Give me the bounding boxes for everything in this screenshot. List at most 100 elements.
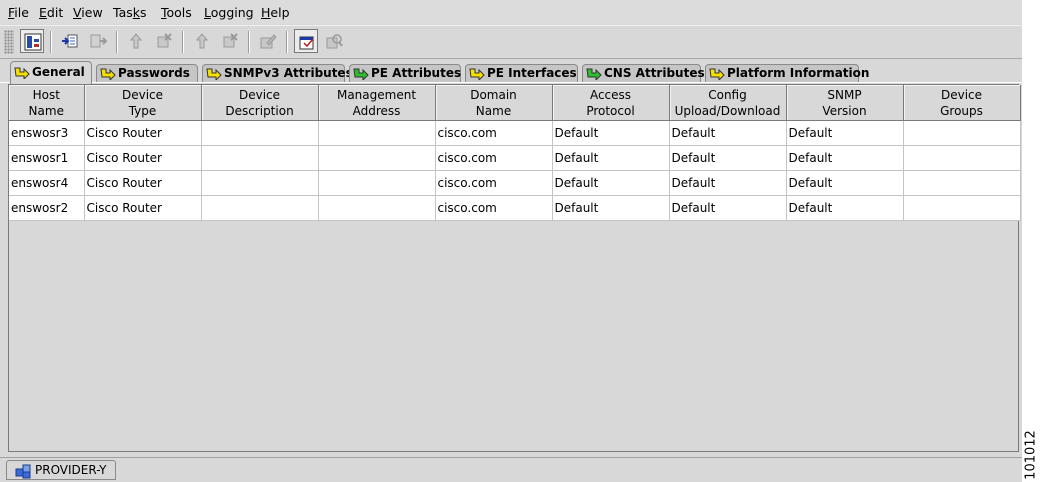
menu-file[interactable]: File — [8, 5, 29, 20]
table-row[interactable]: enswosr2 Cisco Router cisco.com Default Defa… — [9, 195, 1021, 221]
device-view-button[interactable] — [20, 29, 44, 53]
table-cell[interactable]: Cisco Router — [84, 145, 202, 171]
menu-logging[interactable]: Logging — [204, 5, 254, 20]
table-cell[interactable] — [201, 195, 319, 221]
tab-arrow-icon — [709, 68, 725, 80]
figure-id: 101012 — [1023, 430, 1039, 480]
table-row[interactable]: enswosr3 Cisco Router cisco.com Default Defa… — [9, 120, 1021, 146]
edit-button[interactable] — [256, 29, 280, 53]
audit-button[interactable] — [322, 29, 346, 53]
tab-pe-attributes[interactable]: PE Attributes — [349, 64, 461, 83]
table-cell[interactable]: Default — [669, 170, 787, 196]
tab-label: PE Attributes — [371, 66, 462, 80]
tab-label: Passwords — [118, 66, 190, 80]
tab-arrow-icon — [469, 68, 485, 80]
table-row[interactable]: enswosr1 Cisco Router cisco.com Default Defa… — [9, 145, 1021, 171]
move-up-icon — [129, 33, 143, 49]
column-header[interactable]: Device Description — [201, 85, 319, 121]
properties-button[interactable] — [294, 29, 318, 53]
table-cell[interactable] — [201, 145, 319, 171]
column-header[interactable]: Config Upload/Download — [669, 85, 787, 121]
menu-edit[interactable]: Edit — [39, 5, 63, 20]
provider-icon — [15, 464, 31, 479]
tab-label: SNMPv3 Attributes — [224, 66, 353, 80]
tab-platform-information[interactable]: Platform Information — [705, 64, 869, 83]
table-cell[interactable] — [201, 120, 319, 146]
table-cell[interactable]: Cisco Router — [84, 195, 202, 221]
table-cell[interactable]: Default — [786, 145, 904, 171]
table-cell[interactable]: Default — [669, 120, 787, 146]
device-view-icon — [24, 33, 42, 51]
table-cell[interactable]: Default — [786, 120, 904, 146]
menu-tasks[interactable]: Tasks — [113, 5, 147, 20]
table-cell[interactable]: cisco.com — [435, 120, 553, 146]
remove-icon — [157, 33, 172, 48]
column-header[interactable]: Domain Name — [435, 85, 553, 121]
table-cell[interactable]: Default — [552, 145, 670, 171]
remove-alt-button[interactable] — [218, 29, 242, 53]
menu-view[interactable]: View — [73, 5, 103, 20]
move-up-button[interactable] — [124, 29, 148, 53]
column-header[interactable]: Device Type — [84, 85, 202, 121]
tab-arrow-icon — [14, 67, 30, 79]
tab-label: CNS Attributes — [604, 66, 705, 80]
tab-snmpv3-attributes[interactable]: SNMPv3 Attributes — [202, 64, 353, 83]
tab-pe-interfaces[interactable]: PE Interfaces — [465, 64, 578, 83]
tab-strip: General Passwords SNMPv3 Attributes PE Attr… — [0, 61, 1022, 84]
table-cell[interactable]: Cisco Router — [84, 120, 202, 146]
toolbar-grip[interactable] — [4, 30, 14, 54]
table-cell[interactable]: cisco.com — [435, 145, 553, 171]
table-cell[interactable] — [903, 195, 1021, 221]
table-cell[interactable]: Default — [552, 120, 670, 146]
table-cell[interactable]: Default — [669, 145, 787, 171]
table-cell[interactable] — [903, 145, 1021, 171]
column-header[interactable]: Device Groups — [903, 85, 1021, 121]
export-icon — [90, 34, 107, 48]
device-table-panel: Host Name Device Type Device Description Ma… — [8, 84, 1021, 452]
table-cell[interactable]: Default — [669, 195, 787, 221]
tab-label: PE Interfaces — [487, 66, 577, 80]
table-cell[interactable]: cisco.com — [435, 170, 553, 196]
tab-arrow-icon — [353, 68, 369, 80]
tab-label: General — [32, 65, 85, 79]
edit-icon — [260, 34, 277, 49]
column-header[interactable]: Access Protocol — [552, 85, 670, 121]
table-cell[interactable]: enswosr1 — [9, 145, 85, 171]
tab-cns-attributes[interactable]: CNS Attributes — [582, 64, 705, 83]
provider-label: PROVIDER-Y — [35, 463, 107, 477]
menu-tools[interactable]: Tools — [161, 5, 192, 20]
table-cell[interactable]: Default — [786, 170, 904, 196]
table-cell[interactable]: Default — [552, 195, 670, 221]
table-cell[interactable] — [318, 145, 436, 171]
move-up-alt-button[interactable] — [190, 29, 214, 53]
table-cell[interactable] — [201, 170, 319, 196]
tab-arrow-icon — [100, 68, 116, 80]
table-cell[interactable]: Default — [552, 170, 670, 196]
tab-passwords[interactable]: Passwords — [96, 64, 198, 83]
column-header[interactable]: SNMP Version — [786, 85, 904, 121]
table-cell[interactable] — [318, 120, 436, 146]
figure-id-text: 101012 — [1023, 430, 1039, 480]
table-cell[interactable]: Cisco Router — [84, 170, 202, 196]
export-button[interactable] — [86, 29, 110, 53]
import-button[interactable] — [58, 29, 82, 53]
column-header[interactable]: Management Address — [318, 85, 436, 121]
table-cell[interactable] — [903, 170, 1021, 196]
table-cell[interactable]: enswosr2 — [9, 195, 85, 221]
table-cell[interactable]: enswosr3 — [9, 120, 85, 146]
audit-icon — [326, 34, 343, 49]
table-cell[interactable]: enswosr4 — [9, 170, 85, 196]
tab-arrow-icon — [206, 68, 222, 80]
column-header[interactable]: Host Name — [9, 85, 85, 121]
menu-help[interactable]: Help — [261, 5, 290, 20]
table-row[interactable]: enswosr4 Cisco Router cisco.com Default Defa… — [9, 170, 1021, 196]
table-cell[interactable] — [903, 120, 1021, 146]
table-cell[interactable]: Default — [786, 195, 904, 221]
table-cell[interactable]: cisco.com — [435, 195, 553, 221]
move-up-disabled-icon — [195, 33, 209, 49]
remove-button[interactable] — [152, 29, 176, 53]
tab-general[interactable]: General — [10, 61, 92, 84]
provider-tab[interactable]: PROVIDER-Y — [6, 460, 116, 480]
table-cell[interactable] — [318, 170, 436, 196]
table-cell[interactable] — [318, 195, 436, 221]
